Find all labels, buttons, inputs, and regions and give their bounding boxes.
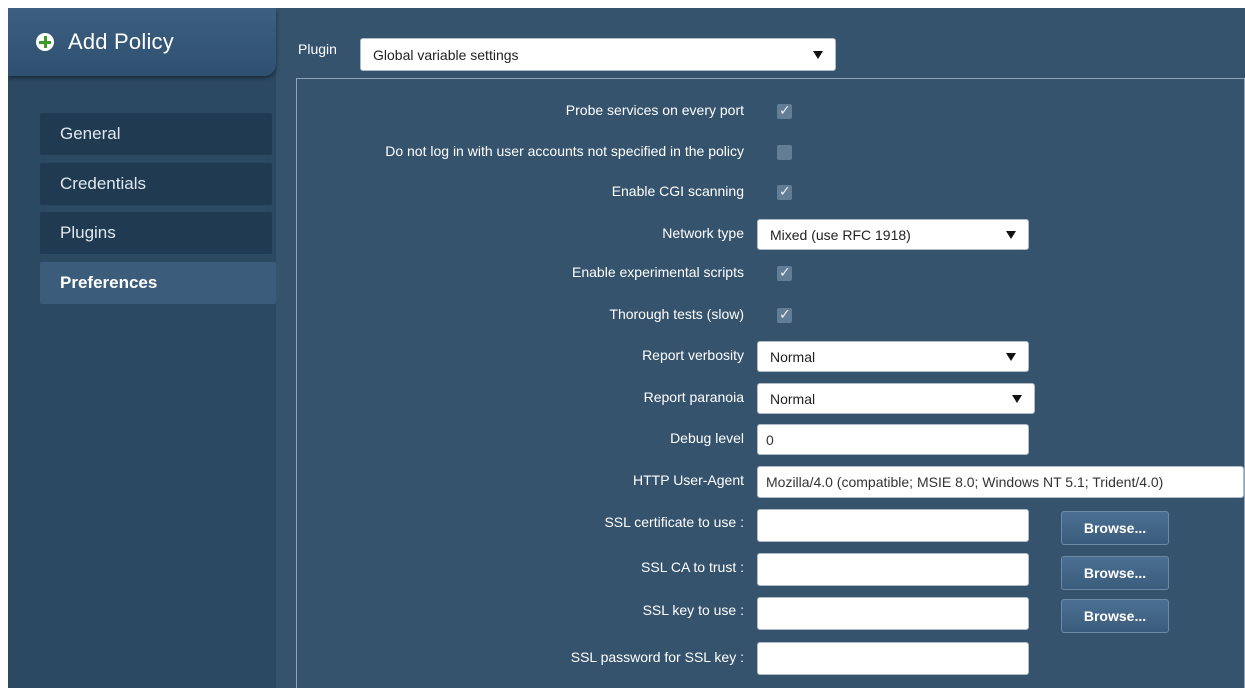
ssl-key-label: SSL key to use : — [642, 602, 744, 618]
ssl-ca-browse-button[interactable]: Browse... — [1061, 556, 1169, 590]
checkmark-icon: ✓ — [779, 306, 791, 322]
no-login-label: Do not log in with user accounts not spe… — [385, 143, 744, 159]
ssl-ca-input[interactable] — [757, 553, 1029, 586]
triangle-down-icon — [1012, 394, 1022, 403]
experimental-label: Enable experimental scripts — [572, 264, 744, 280]
verbosity-value: Normal — [770, 348, 816, 365]
probe-services-checkbox[interactable]: ✓ — [777, 102, 792, 119]
thorough-label: Thorough tests (slow) — [609, 306, 744, 322]
cgi-scanning-checkbox[interactable]: ✓ — [777, 183, 792, 200]
probe-services-label: Probe services on every port — [565, 102, 744, 118]
sidebar-item-preferences[interactable]: Preferences — [40, 262, 276, 304]
sidebar: Add Policy General Credentials Plugins P… — [8, 8, 276, 688]
network-type-label: Network type — [662, 225, 744, 241]
network-type-value: Mixed (use RFC 1918) — [770, 226, 911, 243]
add-policy-header[interactable]: Add Policy — [8, 8, 276, 76]
plugin-select[interactable]: Global variable settings — [360, 38, 836, 71]
network-type-select[interactable]: Mixed (use RFC 1918) — [757, 219, 1029, 250]
debug-level-value: 0 — [766, 431, 774, 448]
ssl-password-label: SSL password for SSL key : — [570, 649, 744, 665]
no-login-checkbox[interactable] — [777, 145, 792, 160]
debug-level-input[interactable]: 0 — [757, 424, 1029, 455]
ssl-cert-label: SSL certificate to use : — [604, 514, 744, 530]
plugin-select-value: Global variable settings — [373, 46, 519, 63]
thorough-checkbox[interactable]: ✓ — [777, 306, 792, 323]
ssl-key-input[interactable] — [757, 597, 1029, 630]
sidebar-item-general[interactable]: General — [40, 113, 272, 155]
ssl-cert-input[interactable] — [757, 509, 1029, 542]
cgi-scanning-label: Enable CGI scanning — [611, 183, 744, 199]
ssl-key-browse-button[interactable]: Browse... — [1061, 599, 1169, 633]
user-agent-value: Mozilla/4.0 (compatible; MSIE 8.0; Windo… — [766, 474, 1164, 490]
main-content: Plugin Global variable settings Probe se… — [276, 8, 1245, 688]
plus-circle-icon — [36, 33, 54, 51]
settings-panel: Probe services on every port ✓ Do not lo… — [296, 78, 1245, 688]
checkmark-icon: ✓ — [779, 102, 791, 118]
app-window: Add Policy General Credentials Plugins P… — [8, 8, 1245, 688]
ssl-password-input[interactable] — [757, 642, 1029, 675]
experimental-checkbox[interactable]: ✓ — [777, 264, 792, 281]
ssl-ca-label: SSL CA to trust : — [641, 559, 744, 575]
checkmark-icon: ✓ — [779, 264, 791, 280]
checkmark-icon: ✓ — [779, 183, 791, 199]
sidebar-item-plugins[interactable]: Plugins — [40, 212, 272, 254]
paranoia-label: Report paranoia — [643, 389, 744, 405]
ssl-cert-browse-button[interactable]: Browse... — [1061, 511, 1169, 545]
plugin-label: Plugin — [298, 41, 337, 57]
paranoia-value: Normal — [770, 390, 816, 407]
triangle-down-icon — [1006, 230, 1016, 239]
sidebar-item-credentials[interactable]: Credentials — [40, 163, 272, 205]
verbosity-label: Report verbosity — [642, 347, 744, 363]
user-agent-label: HTTP User-Agent — [633, 472, 744, 488]
paranoia-select[interactable]: Normal — [757, 383, 1035, 414]
triangle-down-icon — [813, 50, 823, 59]
debug-level-label: Debug level — [670, 430, 744, 446]
add-policy-title: Add Policy — [68, 29, 174, 54]
triangle-down-icon — [1006, 352, 1016, 361]
verbosity-select[interactable]: Normal — [757, 341, 1029, 372]
user-agent-input[interactable]: Mozilla/4.0 (compatible; MSIE 8.0; Windo… — [757, 466, 1244, 498]
